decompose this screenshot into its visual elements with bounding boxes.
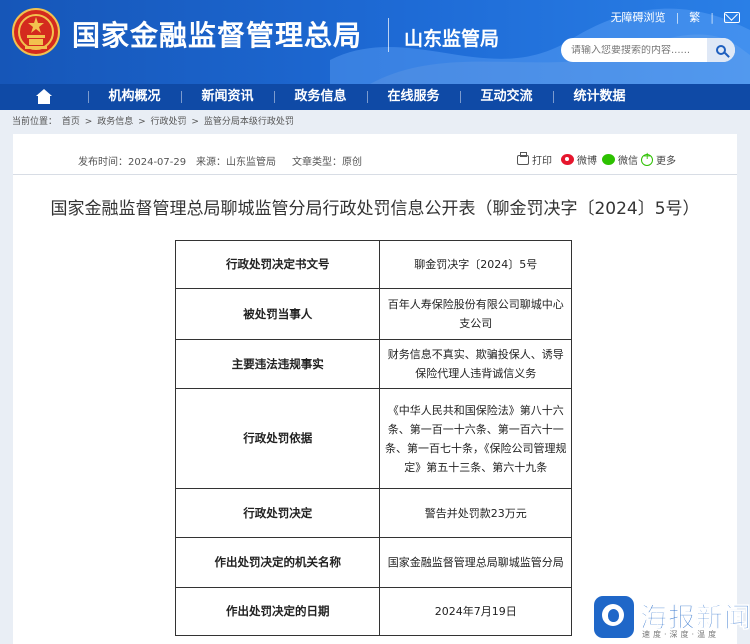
share-weibo-button[interactable]: 微博 bbox=[561, 152, 597, 167]
penalty-info-table: 行政处罚决定书文号 聊金罚决字〔2024〕5号 被处罚当事人 百年人寿保险股份有… bbox=[174, 240, 572, 636]
row-value: 国家金融监督管理总局聊城监管分局 bbox=[379, 537, 572, 588]
title-divider bbox=[388, 18, 389, 52]
publish-date: 发布时间：2024-07-29 bbox=[78, 157, 187, 168]
share-more-button[interactable]: 更多 bbox=[641, 151, 676, 167]
table-row: 被处罚当事人 百年人寿保险股份有限公司聊城中心支公司 bbox=[174, 288, 572, 340]
haibao-news-watermark: 海报新闻 速度·深度·温度 bbox=[594, 596, 750, 642]
breadcrumb-separator: > bbox=[191, 117, 199, 127]
traditional-chinese-link[interactable]: 繁 bbox=[689, 9, 700, 25]
print-button[interactable]: 打印 bbox=[517, 151, 552, 167]
mail-icon[interactable] bbox=[724, 11, 740, 23]
print-icon bbox=[517, 151, 529, 165]
search-input[interactable] bbox=[561, 44, 707, 56]
haibao-logo-icon bbox=[594, 596, 634, 638]
row-value: 2024年7月19日 bbox=[379, 587, 572, 636]
breadcrumb: 当前位置： 首页 > 政务信息 > 行政处罚 > 监管分局本级行政处罚 bbox=[0, 110, 750, 134]
table-row: 作出处罚决定的日期 2024年7月19日 bbox=[174, 587, 572, 636]
row-value: 百年人寿保险股份有限公司聊城中心支公司 bbox=[379, 288, 572, 340]
row-label: 作出处罚决定的机关名称 bbox=[174, 537, 381, 588]
article-type: 文章类型：原创 bbox=[292, 157, 362, 168]
nav-item-government-info[interactable]: 政务信息 bbox=[274, 84, 367, 110]
table-row: 主要违法违规事实 财务信息不真实、欺骗投保人、诱导保险代理人违背诚信义务 bbox=[174, 339, 572, 389]
wechat-icon bbox=[602, 154, 615, 165]
home-icon bbox=[35, 89, 53, 105]
site-title[interactable]: 国家金融监督管理总局 bbox=[72, 14, 362, 54]
accessibility-link[interactable]: 无障碍浏览 bbox=[611, 9, 666, 25]
weibo-icon bbox=[561, 154, 574, 165]
breadcrumb-item-home[interactable]: 首页 bbox=[62, 117, 80, 127]
search-icon bbox=[716, 45, 726, 55]
row-label: 行政处罚依据 bbox=[174, 388, 381, 489]
row-label: 行政处罚决定 bbox=[174, 488, 381, 538]
row-label: 主要违法违规事实 bbox=[174, 339, 381, 389]
top-links: 无障碍浏览 | 繁 | bbox=[611, 9, 740, 25]
share-wechat-button[interactable]: 微信 bbox=[602, 152, 638, 167]
article-meta: 发布时间：2024-07-29 来源：山东监管局 文章类型：原创 打印 微博 微… bbox=[13, 148, 737, 169]
branch-name[interactable]: 山东监管局 bbox=[404, 24, 499, 51]
nav-item-statistics[interactable]: 统计数据 bbox=[553, 84, 646, 110]
site-header: 国家金融监督管理总局 山东监管局 无障碍浏览 | 繁 | bbox=[0, 0, 750, 84]
search-box bbox=[561, 38, 735, 62]
national-emblem-icon bbox=[12, 8, 60, 56]
breadcrumb-item-penalties[interactable]: 行政处罚 bbox=[151, 117, 187, 127]
row-value: 聊金罚决字〔2024〕5号 bbox=[379, 240, 572, 289]
article-title: 国家金融监督管理总局聊城监管分局行政处罚信息公开表（聊金罚决字〔2024〕5号） bbox=[50, 199, 700, 219]
more-icon bbox=[641, 151, 653, 166]
row-label: 被处罚当事人 bbox=[174, 288, 381, 340]
breadcrumb-item-government-info[interactable]: 政务信息 bbox=[97, 117, 133, 127]
row-label: 作出处罚决定的日期 bbox=[174, 587, 381, 636]
meta-divider bbox=[13, 174, 737, 175]
watermark-slogan: 速度·深度·温度 bbox=[642, 630, 720, 639]
table-row: 行政处罚依据 《中华人民共和国保险法》第八十六条、第一百一十六条、第一百六十一条… bbox=[174, 388, 572, 489]
row-value: 《中华人民共和国保险法》第八十六条、第一百一十六条、第一百六十一条、第一百七十条… bbox=[379, 388, 572, 489]
search-button[interactable] bbox=[707, 38, 735, 62]
nav-item-news[interactable]: 新闻资讯 bbox=[181, 84, 274, 110]
nav-item-online-services[interactable]: 在线服务 bbox=[367, 84, 460, 110]
breadcrumb-separator: > bbox=[84, 117, 93, 127]
nav-home[interactable] bbox=[0, 84, 88, 110]
main-nav: 机构概况 新闻资讯 政务信息 在线服务 互动交流 统计数据 bbox=[0, 84, 750, 110]
article-source: 来源：山东监管局 bbox=[196, 157, 276, 168]
row-value: 财务信息不真实、欺骗投保人、诱导保险代理人违背诚信义务 bbox=[379, 339, 572, 389]
table-row: 作出处罚决定的机关名称 国家金融监督管理总局聊城监管分局 bbox=[174, 537, 572, 588]
breadcrumb-separator: > bbox=[138, 117, 146, 127]
row-label: 行政处罚决定书文号 bbox=[174, 240, 381, 289]
nav-item-about[interactable]: 机构概况 bbox=[88, 84, 181, 110]
table-row: 行政处罚决定 警告并处罚款23万元 bbox=[174, 488, 572, 538]
table-row: 行政处罚决定书文号 聊金罚决字〔2024〕5号 bbox=[174, 240, 572, 289]
article-panel: 发布时间：2024-07-29 来源：山东监管局 文章类型：原创 打印 微博 微… bbox=[13, 134, 737, 644]
top-link-separator: | bbox=[710, 10, 714, 24]
breadcrumb-item-branch-penalties[interactable]: 监管分局本级行政处罚 bbox=[204, 117, 294, 127]
breadcrumb-prefix: 当前位置： bbox=[12, 117, 58, 127]
top-link-separator: | bbox=[675, 10, 680, 24]
row-value: 警告并处罚款23万元 bbox=[379, 488, 572, 538]
nav-item-interaction[interactable]: 互动交流 bbox=[460, 84, 553, 110]
